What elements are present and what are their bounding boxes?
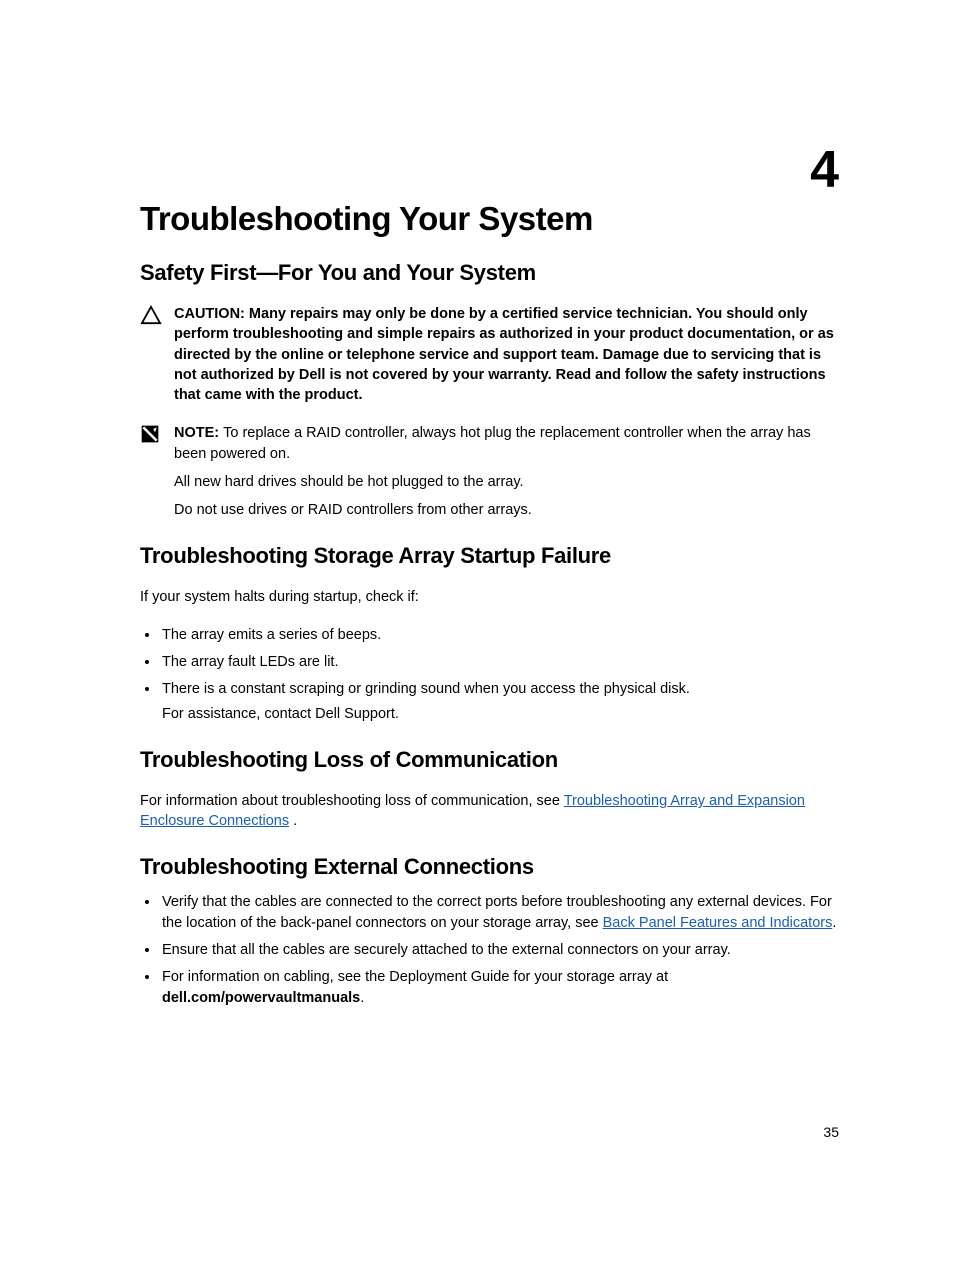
note-label: NOTE: (174, 425, 223, 441)
ext-item3-post: . (360, 990, 364, 1006)
note-extra-1: All new hard drives should be hot plugge… (174, 472, 839, 492)
document-page: 4 Troubleshooting Your System Safety Fir… (0, 0, 954, 1200)
heading-loss: Troubleshooting Loss of Communication (140, 747, 839, 773)
link-back-panel[interactable]: Back Panel Features and Indicators (603, 915, 833, 931)
caution-body: Many repairs may only be done by a certi… (174, 306, 834, 403)
chapter-number: 4 (810, 140, 839, 200)
list-item: There is a constant scraping or grinding… (160, 679, 839, 725)
heading-external: Troubleshooting External Connections (140, 854, 839, 880)
caution-text: CAUTION: Many repairs may only be done b… (174, 304, 839, 405)
list-item: For information on cabling, see the Depl… (160, 967, 839, 1009)
external-list: Verify that the cables are connected to … (140, 892, 839, 1009)
heading-safety: Safety First—For You and Your System (140, 260, 839, 286)
caution-icon (140, 305, 166, 325)
ext-item3-bold: dell.com/powervaultmanuals (162, 990, 360, 1006)
list-item-sub: For assistance, contact Dell Support. (162, 704, 839, 725)
loss-post: . (289, 813, 297, 829)
list-item: The array fault LEDs are lit. (160, 652, 839, 673)
startup-list: The array emits a series of beeps. The a… (140, 625, 839, 725)
startup-intro: If your system halts during startup, che… (140, 587, 839, 607)
loss-paragraph: For information about troubleshooting lo… (140, 791, 839, 832)
list-item: Ensure that all the cables are securely … (160, 940, 839, 961)
heading-startup: Troubleshooting Storage Array Startup Fa… (140, 543, 839, 569)
page-title: Troubleshooting Your System (140, 200, 839, 238)
ext-item1-post: . (832, 915, 836, 931)
loss-pre: For information about troubleshooting lo… (140, 793, 564, 809)
note-extra-2: Do not use drives or RAID controllers fr… (174, 500, 839, 520)
caution-label: CAUTION: (174, 306, 249, 322)
note-block: NOTE: To replace a RAID controller, alwa… (140, 423, 839, 464)
ext-item3-pre: For information on cabling, see the Depl… (162, 969, 668, 985)
list-item-text: There is a constant scraping or grinding… (162, 681, 690, 697)
note-icon (140, 424, 166, 444)
note-text: NOTE: To replace a RAID controller, alwa… (174, 423, 839, 464)
caution-block: CAUTION: Many repairs may only be done b… (140, 304, 839, 405)
list-item: Verify that the cables are connected to … (160, 892, 839, 934)
list-item: The array emits a series of beeps. (160, 625, 839, 646)
note-body: To replace a RAID controller, always hot… (174, 425, 811, 461)
page-number: 35 (823, 1124, 839, 1140)
